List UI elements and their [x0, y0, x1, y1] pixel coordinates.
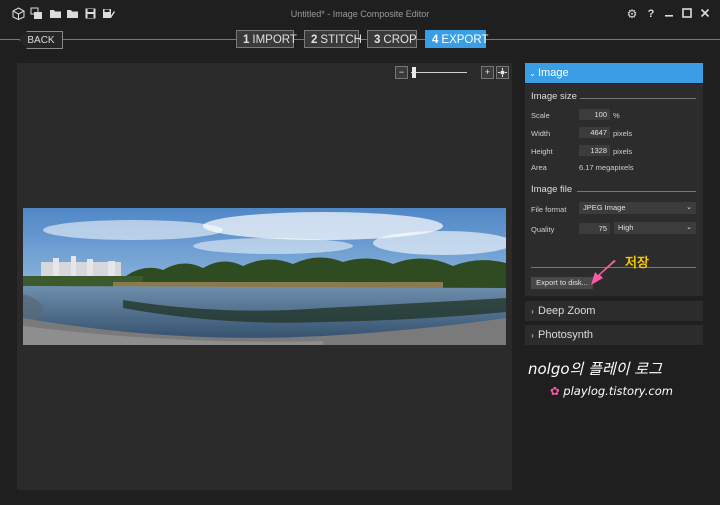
file-format-select[interactable]: JPEG Image ⌄: [579, 202, 696, 214]
scale-unit: %: [613, 111, 620, 120]
height-label: Height: [531, 147, 553, 156]
chevron-right-icon: ›: [531, 307, 534, 316]
tab-export[interactable]: 4 EXPORT: [425, 30, 489, 48]
workflow-nav: BACK 1 IMPORT 2 STITCH 3 CROP 4 EXPORT: [0, 29, 720, 51]
file-format-value: JPEG Image: [583, 203, 626, 212]
deep-zoom-label: Deep Zoom: [538, 305, 596, 317]
quality-level: High: [618, 223, 634, 232]
tab-stitch[interactable]: 2 STITCH: [304, 30, 362, 48]
tab-crop[interactable]: 3 CROP: [367, 30, 417, 48]
image-section-header[interactable]: ⌄ Image: [525, 63, 703, 83]
back-label: BACK: [27, 34, 55, 46]
chevron-down-icon: ⌄: [686, 204, 692, 211]
help-icon[interactable]: ?: [644, 7, 658, 21]
deep-zoom-section[interactable]: › Deep Zoom: [525, 301, 703, 321]
image-size-title: Image size: [531, 91, 577, 102]
step-label: STITCH: [320, 34, 362, 46]
minimize-icon[interactable]: [662, 7, 676, 21]
maximize-icon[interactable]: [680, 7, 694, 21]
annotation-arrow: [591, 260, 616, 285]
zoom-slider[interactable]: [411, 72, 467, 73]
area-value: 6.17 megapixels: [579, 163, 634, 172]
quality-select[interactable]: High ⌄: [614, 222, 696, 234]
annotation-label: 저장: [625, 255, 649, 270]
area-label: Area: [531, 163, 547, 172]
scale-label: Scale: [531, 111, 550, 120]
photosynth-label: Photosynth: [538, 329, 594, 341]
fit-to-window-button[interactable]: [496, 66, 509, 79]
image-file-title: Image file: [531, 184, 573, 195]
export-to-disk-button[interactable]: Export to disk...: [531, 277, 593, 289]
settings-icon[interactable]: ⚙: [625, 7, 639, 21]
chevron-down-icon: ⌄: [529, 69, 536, 78]
step-label: EXPORT: [441, 34, 489, 46]
width-label: Width: [531, 129, 551, 138]
flower-icon: ✿: [550, 384, 560, 398]
photosynth-section[interactable]: › Photosynth: [525, 325, 703, 345]
tab-import[interactable]: 1 IMPORT: [236, 30, 297, 48]
watermark-url-text: playlog.tistory.com: [563, 384, 673, 398]
file-format-label: File format: [531, 205, 567, 214]
watermark-title: nolgo의 플레이 로그: [528, 360, 662, 378]
step-label: IMPORT: [252, 34, 297, 46]
height-input[interactable]: 1328: [579, 145, 610, 156]
width-input[interactable]: 4647: [579, 127, 610, 138]
zoom-control: − +: [395, 66, 510, 79]
quality-input[interactable]: 75: [579, 223, 610, 234]
step-number: 1: [243, 34, 250, 46]
step-number: 2: [311, 34, 318, 46]
section-divider: [577, 191, 696, 192]
watermark-url: ✿ playlog.tistory.com: [550, 384, 673, 398]
zoom-out-button[interactable]: −: [395, 66, 408, 79]
preview-canvas[interactable]: − +: [17, 63, 512, 490]
back-button[interactable]: BACK: [19, 31, 63, 49]
step-label: CROP: [383, 34, 417, 46]
image-section-title: Image: [538, 67, 569, 79]
chevron-down-icon: ⌄: [686, 224, 692, 231]
width-unit: pixels: [613, 129, 633, 138]
zoom-in-button[interactable]: +: [481, 66, 494, 79]
scale-input[interactable]: 100: [579, 109, 610, 120]
quality-label: Quality: [531, 225, 555, 234]
section-divider: [580, 98, 696, 99]
chevron-right-icon: ›: [531, 331, 534, 340]
step-number: 4: [432, 34, 439, 46]
window-title: Untitled* - Image Composite Editor: [290, 9, 430, 19]
zoom-slider-thumb[interactable]: [412, 67, 416, 78]
height-unit: pixels: [613, 147, 633, 156]
title-bar: Untitled* - Image Composite Editor ⚙ ?: [0, 0, 720, 28]
close-icon[interactable]: [698, 7, 712, 21]
panorama-image: [23, 208, 506, 345]
step-number: 3: [374, 34, 381, 46]
